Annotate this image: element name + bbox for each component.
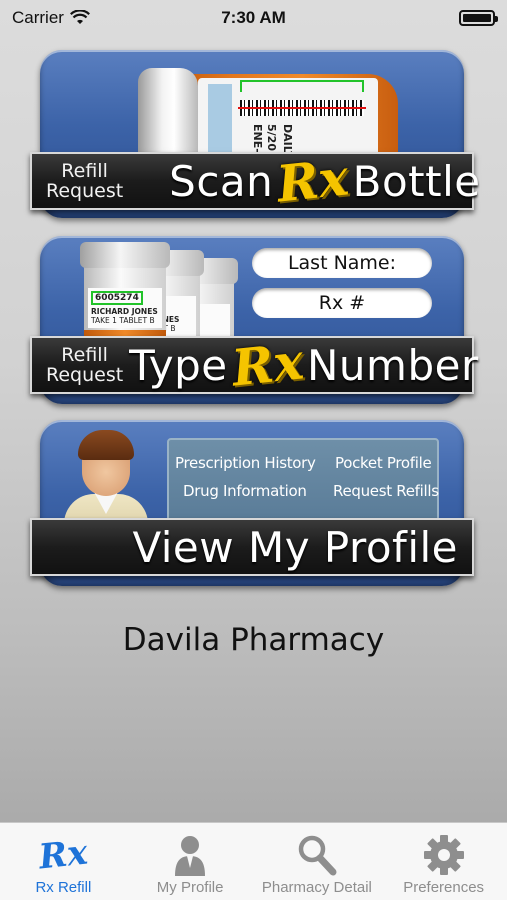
- last-name-field: Last Name:: [252, 248, 432, 278]
- view-my-profile-label: View My Profile: [132, 522, 458, 572]
- user-avatar-icon: [56, 430, 156, 538]
- scan-line: [238, 107, 366, 109]
- tab-label: Rx Refill: [35, 879, 92, 896]
- rx-logo-icon: Rx: [228, 331, 306, 398]
- tab-label: Preferences: [403, 879, 485, 896]
- type-word: Type: [129, 340, 228, 390]
- tab-pharmacy-detail[interactable]: Pharmacy Detail: [254, 823, 381, 900]
- tab-my-profile[interactable]: My Profile: [127, 823, 254, 900]
- scan-word: Scan: [169, 156, 274, 206]
- tab-label: Pharmacy Detail: [261, 879, 372, 896]
- rx-number-field: Rx #: [252, 288, 432, 318]
- scan-guide: [240, 80, 364, 92]
- prescription-history-label: Prescription History: [175, 454, 316, 472]
- refill-request-label: Refill Request: [46, 344, 124, 386]
- type-rx-number-button[interactable]: ES 5274 ARD JONES 1 TABLET B 6005274 RIC…: [30, 236, 478, 404]
- pocket-profile-label: Pocket Profile: [335, 454, 432, 472]
- status-left: Carrier: [12, 8, 90, 28]
- number-word: Number: [307, 340, 479, 390]
- tab-preferences[interactable]: Preferences: [380, 823, 507, 900]
- rx-logo-icon: Rx: [274, 147, 352, 214]
- scan-banner: Refill Request Scan Rx Bottle: [30, 147, 480, 214]
- battery-icon: [459, 10, 498, 26]
- profile-banner: View My Profile: [30, 518, 474, 576]
- instructions: TAKE 1 TABLET B: [91, 316, 155, 325]
- tab-bar: Rx Rx Refill My Profile Pharmacy Detail: [0, 822, 507, 900]
- profile-features-panel: Prescription History Pocket Profile Drug…: [167, 438, 439, 522]
- refill-request-label: Refill Request: [46, 160, 124, 202]
- view-my-profile-button[interactable]: Prescription History Pocket Profile Drug…: [30, 420, 474, 586]
- pharmacy-name: Davila Pharmacy: [122, 622, 385, 658]
- carrier-label: Carrier: [12, 8, 64, 27]
- bottle-number: 6005274: [91, 291, 143, 305]
- scan-rx-bottle-button[interactable]: ENE-BO 5/2012 DAILY Refill Request Scan …: [30, 50, 480, 218]
- patient-name: RICHARD JONES: [91, 307, 158, 316]
- rx-icon: Rx: [37, 832, 90, 878]
- tab-rx-refill[interactable]: Rx Rx Refill: [0, 823, 127, 900]
- request-refills-label: Request Refills: [333, 482, 439, 500]
- status-bar: Carrier 7:30 AM: [0, 0, 507, 36]
- wifi-icon: [69, 10, 90, 24]
- person-icon: [173, 831, 207, 879]
- bottle-word: Bottle: [352, 156, 481, 206]
- drug-information-label: Drug Information: [183, 482, 307, 500]
- type-banner: Refill Request Type Rx Number: [30, 331, 478, 398]
- gear-icon: [423, 831, 465, 879]
- tab-label: My Profile: [156, 879, 224, 896]
- magnifier-icon: [297, 831, 337, 879]
